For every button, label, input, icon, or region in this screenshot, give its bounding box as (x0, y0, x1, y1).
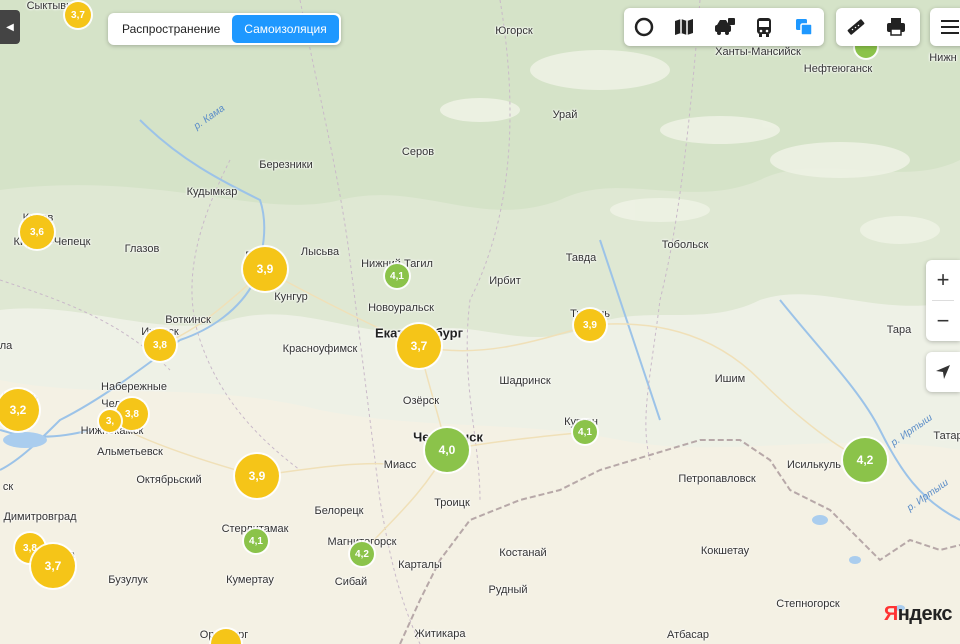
city-label: Степногорск (776, 598, 840, 610)
map-canvas[interactable]: Сыктывкар Югорск Ханты-Мансийск Нефтеюганск… (0, 0, 960, 644)
self-isolation-index-marker[interactable]: 4,1 (573, 420, 597, 444)
city-label: Озёрск (402, 395, 440, 407)
city-label: Воткинск (165, 314, 211, 326)
traffic-layer-icon[interactable] (624, 8, 664, 46)
city-label: Альметьевск (97, 446, 163, 458)
layers-toolbar (624, 8, 824, 46)
bus-icon[interactable] (744, 8, 784, 46)
mode-toggle: Распространение Самоизоляция (108, 13, 341, 45)
layers-selected-icon[interactable] (784, 8, 824, 46)
map-base (0, 0, 960, 644)
zoom-out-button[interactable]: − (926, 301, 960, 341)
city-label: Кунгур (274, 291, 308, 303)
self-isolation-index-marker[interactable]: 3,6 (20, 215, 54, 249)
city-label: Димитровград (3, 511, 77, 523)
city-label: Белорецк (314, 505, 364, 517)
city-label: Рудный (488, 584, 528, 596)
city-label: Атбасар (666, 629, 710, 641)
self-isolation-index-marker[interactable]: 4,2 (350, 542, 374, 566)
city-label: Миасс (383, 459, 417, 471)
self-isolation-index-marker[interactable]: 3, (99, 410, 121, 432)
city-label: Кумертау (226, 574, 274, 586)
geolocation-button[interactable] (926, 352, 960, 392)
city-label: Карталы (398, 559, 442, 571)
geolocation-icon (936, 365, 950, 379)
city-label: Ишим (714, 373, 746, 385)
city-label: Урай (552, 109, 578, 121)
city-label: Тобольск (661, 239, 709, 251)
self-isolation-index-marker[interactable]: 3,7 (65, 2, 91, 28)
city-label: Нефтеюганск (803, 63, 873, 75)
print-icon[interactable] (876, 8, 916, 46)
city-label: Шадринск (499, 375, 551, 387)
toggle-option-spread[interactable]: Распространение (110, 15, 232, 43)
city-label: ла (0, 340, 13, 352)
self-isolation-index-marker[interactable]: 3,9 (574, 309, 606, 341)
sidebar-toggle-button[interactable]: ◀ (0, 10, 20, 44)
city-label: Новоуральск (368, 302, 434, 314)
city-label: Нижн (929, 52, 957, 64)
ruler-icon[interactable] (836, 8, 876, 46)
self-isolation-index-marker[interactable]: 4,2 (843, 438, 887, 482)
city-label: Октябрьский (136, 474, 202, 486)
self-isolation-index-marker[interactable]: 4,0 (425, 428, 469, 472)
city-label: ск (2, 481, 14, 493)
city-label: Глазов (124, 243, 160, 255)
city-label: Житикара (414, 628, 466, 640)
city-label: Бузулук (108, 574, 148, 586)
zoom-in-button[interactable]: + (926, 260, 960, 300)
city-label: Югорск (495, 25, 533, 37)
city-label: Серов (401, 146, 435, 158)
self-isolation-index-marker[interactable]: 3,7 (31, 544, 75, 588)
self-isolation-index-marker[interactable]: 4,1 (385, 264, 409, 288)
self-isolation-index-marker[interactable]: 4,1 (244, 529, 268, 553)
tools-toolbar (836, 8, 920, 46)
city-label: Костанай (499, 547, 547, 559)
city-label: Кудымкар (186, 186, 238, 198)
city-label: Ханты-Мансийск (715, 46, 801, 58)
self-isolation-index-marker[interactable]: 3,9 (235, 454, 279, 498)
map-layers-icon[interactable] (664, 8, 704, 46)
self-isolation-index-marker[interactable]: 3,9 (243, 247, 287, 291)
self-isolation-index-marker[interactable]: 3,8 (116, 398, 148, 430)
city-label: Красноуфимск (282, 343, 358, 355)
menu-toolbar (930, 8, 960, 46)
menu-icon[interactable] (930, 8, 960, 46)
car-icon[interactable] (704, 8, 744, 46)
city-label: Татар (933, 430, 960, 442)
toggle-option-self-isolation[interactable]: Самоизоляция (232, 15, 339, 43)
city-label: Сибай (334, 576, 368, 588)
city-label: Лысьва (300, 246, 340, 258)
zoom-control: + − (926, 260, 960, 341)
city-label: Набережные (101, 381, 167, 393)
yandex-logo: Яндекс (883, 603, 953, 625)
self-isolation-index-marker[interactable]: 3,7 (397, 324, 441, 368)
city-label: Петропавловск (678, 473, 756, 485)
logo-text: ндекс (897, 603, 953, 625)
city-label: Кокшетау (700, 545, 750, 557)
city-label: Троицк (434, 497, 470, 509)
city-label: Березники (259, 159, 313, 171)
city-label: Ирбит (489, 275, 521, 287)
city-label: Исилькуль (786, 459, 842, 471)
self-isolation-index-marker[interactable]: 3,8 (144, 329, 176, 361)
city-label: Тавда (565, 252, 597, 264)
city-label: Тара (886, 324, 912, 336)
